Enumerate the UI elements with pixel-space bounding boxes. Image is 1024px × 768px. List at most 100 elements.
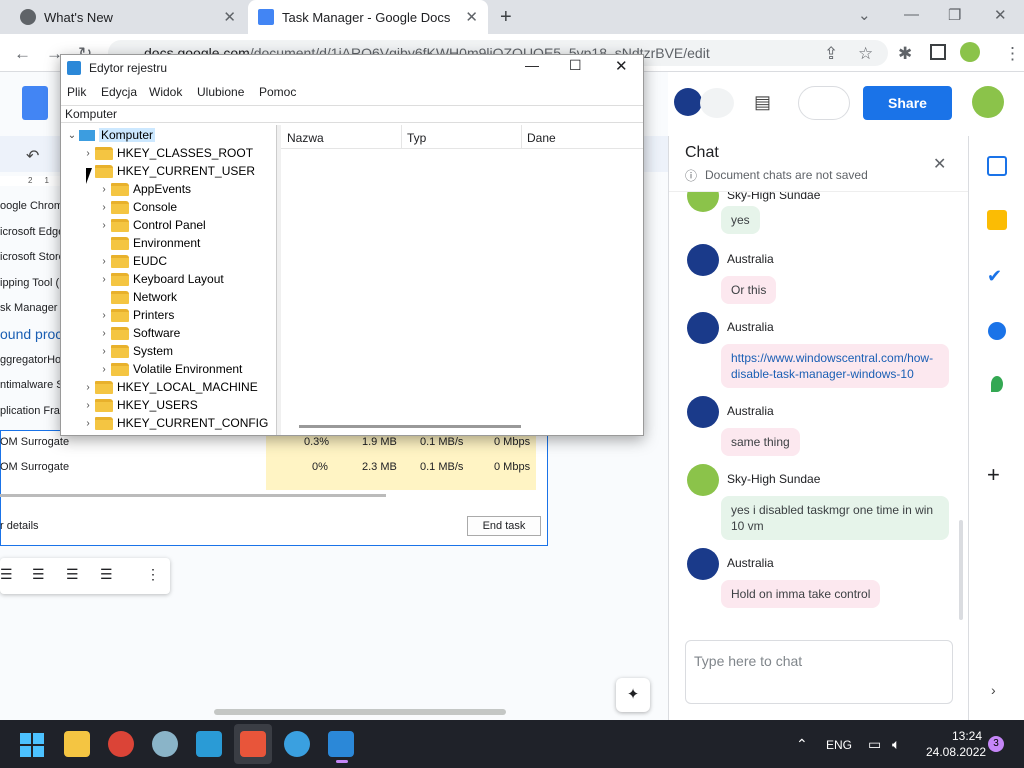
tray-chevron-icon[interactable]: ⌃ [796,736,808,753]
chevron-down-icon[interactable]: ⌄ [858,6,871,24]
scrollbar[interactable] [0,494,386,497]
share-page-icon[interactable]: ⇪ [824,44,838,64]
tree-node[interactable]: › Control Panel [97,216,205,234]
end-task-button[interactable]: End task [467,516,541,536]
column-header-dane[interactable]: Dane [527,131,556,145]
tree-node[interactable]: Environment [97,234,200,252]
menu-pomoc[interactable]: Pomoc [259,85,296,99]
horizontal-scrollbar[interactable] [214,709,506,715]
registry-editor-window[interactable]: Edytor rejestru — ☐ ✕ Plik Edycja Widok … [60,54,644,436]
maximize-icon[interactable]: ☐ [569,57,582,74]
notepad-icon[interactable] [196,731,222,757]
clock[interactable]: 13:24 24.08.2022 [926,728,986,760]
tree-node-hku[interactable]: › HKEY_USERS [81,396,197,414]
tree-node-hkcc[interactable]: › HKEY_CURRENT_CONFIG [81,414,268,432]
regedit-taskbar-icon[interactable] [328,731,354,757]
tree-node[interactable]: › System [97,342,173,360]
details-link[interactable]: r details [0,520,39,532]
network-icon[interactable]: ▭ [868,736,881,753]
minimize-icon[interactable]: — [904,6,919,23]
break-text-icon[interactable]: ☰ [66,566,79,583]
chat-input[interactable]: Type here to chat [685,640,953,704]
chevron-down-icon[interactable]: ⌄ [65,130,79,141]
file-explorer-icon[interactable] [64,731,90,757]
maps-icon[interactable] [991,376,1003,392]
wrap-text-icon[interactable]: ☰ [32,566,45,583]
tree-node[interactable]: › Volatile Environment [97,360,242,378]
tree-node[interactable]: › AppEvents [97,180,191,198]
chat-toggle-icon[interactable] [700,88,734,118]
share-button[interactable]: Share [863,86,952,120]
column-header-typ[interactable]: Typ [407,131,426,145]
horizontal-scrollbar[interactable] [299,425,521,428]
contacts-icon[interactable] [988,322,1006,340]
behind-text-icon[interactable]: ☰ [100,566,113,583]
menu-widok[interactable]: Widok [149,85,182,99]
chevron-right-icon[interactable]: › [991,682,996,698]
chat-message: Australia same thing [687,396,957,456]
tab-whats-new[interactable]: What's New ✕ [10,0,246,34]
message-text: yes i disabled taskmgr one time in win 1… [721,496,949,540]
add-icon[interactable]: + [987,462,1000,488]
tasks-icon[interactable]: ✔ [987,266,1002,287]
wrap-inline-icon[interactable]: ☰ [0,566,13,583]
meet-icon[interactable] [798,86,850,120]
profile-avatar[interactable] [960,42,980,62]
settings-icon[interactable] [152,731,178,757]
close-icon[interactable]: ✕ [615,57,628,75]
comment-history-icon[interactable]: ▤ [754,92,771,113]
tab-task-manager-docs[interactable]: Task Manager - Google Docs ✕ [248,0,488,34]
restore-icon[interactable]: ❐ [948,6,961,24]
volume-icon[interactable]: 🔈︎ [892,736,900,753]
more-options-icon[interactable]: ⋮ [146,566,160,583]
tree-node[interactable]: › Keyboard Layout [97,270,223,288]
start-button[interactable] [20,733,44,757]
side-panel-icon[interactable] [930,44,946,60]
avatar [687,548,719,580]
tree-node-computer[interactable]: ⌄ Komputer [65,126,156,144]
menu-plik[interactable]: Plik [67,85,86,99]
close-icon[interactable]: ✕ [223,8,236,26]
close-window-icon[interactable]: ✕ [994,6,1007,24]
minimize-icon[interactable]: — [525,57,539,73]
docs-logo-icon[interactable] [22,86,48,120]
chevron-right-icon[interactable]: › [81,148,95,159]
menu-ulubione[interactable]: Ulubione [197,85,244,99]
message-link[interactable]: https://www.windowscentral.com/how-disab… [721,344,949,388]
tree-node[interactable]: › Console [97,198,177,216]
tree-node-hkcu[interactable]: ⌄ HKEY_CURRENT_USER [81,162,255,180]
menu-edycja[interactable]: Edycja [101,85,137,99]
store-icon[interactable] [240,731,266,757]
new-tab-icon[interactable]: + [500,6,512,29]
account-avatar[interactable] [972,86,1004,118]
language-indicator[interactable]: ENG [826,738,852,752]
tab-title: Task Manager - Google Docs [282,9,451,25]
share-label: Share [888,95,927,111]
chat-scrollbar[interactable] [959,520,963,620]
folder-icon [111,272,129,286]
tree-node[interactable]: › EUDC [97,252,167,270]
keep-icon[interactable] [987,210,1007,230]
notification-badge[interactable]: 3 [988,736,1004,752]
chrome-taskbar-icon[interactable] [108,731,134,757]
explore-icon[interactable]: ✦ [616,678,650,712]
collaborator-avatar[interactable] [674,88,702,116]
close-chat-icon[interactable]: ✕ [933,154,946,174]
menu-icon[interactable]: ⋮ [1004,44,1021,64]
address-field[interactable]: Komputer [61,105,643,123]
extensions-icon[interactable]: ✱ [898,44,912,64]
chat-header: Chat ⓘ Document chats are not saved ✕ [669,136,969,192]
folder-icon [95,398,113,412]
tree-node-hkcr[interactable]: › HKEY_CLASSES_ROOT [81,144,253,162]
tree-node[interactable]: › Printers [97,306,174,324]
undo-icon[interactable]: ↶ [26,146,39,166]
tree-node[interactable]: Network [97,288,177,306]
tree-node-hklm[interactable]: › HKEY_LOCAL_MACHINE [81,378,257,396]
column-header-nazwa[interactable]: Nazwa [287,131,324,145]
close-icon[interactable]: ✕ [465,8,478,26]
tree-node[interactable]: › Software [97,324,180,342]
back-icon[interactable]: ← [14,44,31,64]
star-icon[interactable]: ☆ [858,44,873,64]
calendar-icon[interactable] [987,156,1007,176]
edge-icon[interactable] [284,731,310,757]
